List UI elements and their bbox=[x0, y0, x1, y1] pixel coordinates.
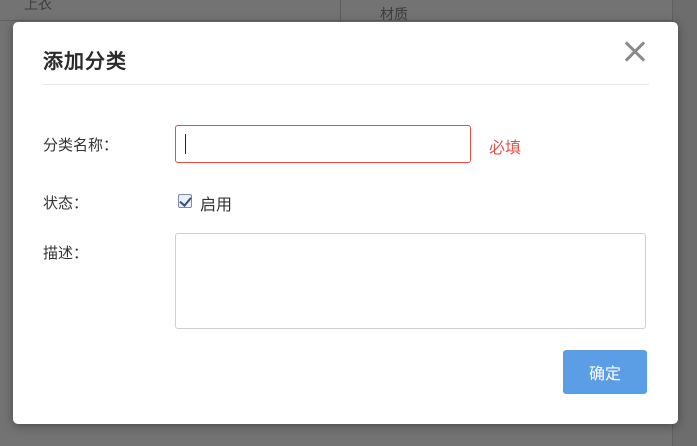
status-label: 状态： bbox=[43, 194, 89, 212]
status-enabled-checkbox[interactable] bbox=[178, 194, 192, 208]
check-icon bbox=[179, 194, 192, 207]
description-label: 描述： bbox=[43, 244, 89, 262]
required-hint: 必填 bbox=[489, 138, 522, 157]
close-icon[interactable] bbox=[619, 36, 651, 68]
dialog-title: 添加分类 bbox=[43, 49, 127, 73]
confirm-button[interactable]: 确定 bbox=[563, 350, 647, 394]
header-divider bbox=[43, 84, 649, 85]
add-category-dialog: 添加分类 分类名称： 必填 状态： 启用 描述： 确定 bbox=[13, 22, 678, 424]
text-caret bbox=[185, 134, 186, 154]
category-name-input[interactable] bbox=[175, 125, 471, 163]
status-enabled-label[interactable]: 启用 bbox=[200, 191, 232, 215]
category-name-label: 分类名称： bbox=[43, 136, 119, 154]
description-textarea[interactable] bbox=[175, 233, 646, 329]
